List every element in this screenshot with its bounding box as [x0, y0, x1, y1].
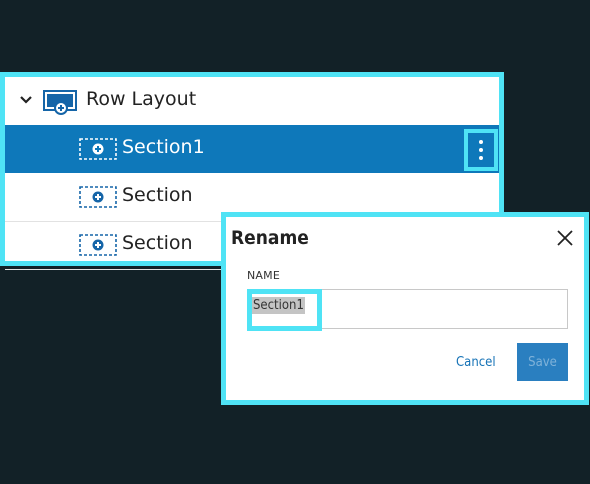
- section-icon: [79, 138, 117, 160]
- tree-item-label: Section1: [122, 136, 205, 158]
- save-button[interactable]: Save: [517, 343, 568, 381]
- more-vertical-icon[interactable]: [464, 129, 498, 171]
- section-icon: [79, 234, 117, 256]
- name-input-value[interactable]: Section1: [252, 297, 305, 314]
- tree-item-section1[interactable]: Section1: [5, 125, 499, 173]
- section-icon: [79, 186, 117, 208]
- close-icon[interactable]: [556, 229, 574, 247]
- rename-dialog: Rename NAME Section1 Cancel Save: [221, 212, 589, 405]
- tree-root-label: Row Layout: [86, 88, 197, 110]
- tree-item-label: Section: [122, 232, 193, 254]
- dialog-title: Rename: [231, 227, 309, 249]
- tree-item-label: Section: [122, 184, 193, 206]
- row-layout-icon: [43, 90, 77, 115]
- name-input-selection[interactable]: Section1: [247, 289, 322, 331]
- tree-root-row[interactable]: Row Layout: [5, 77, 499, 125]
- cancel-button[interactable]: Cancel: [456, 355, 496, 370]
- name-field-label: NAME: [247, 269, 280, 282]
- chevron-down-icon[interactable]: [17, 91, 35, 109]
